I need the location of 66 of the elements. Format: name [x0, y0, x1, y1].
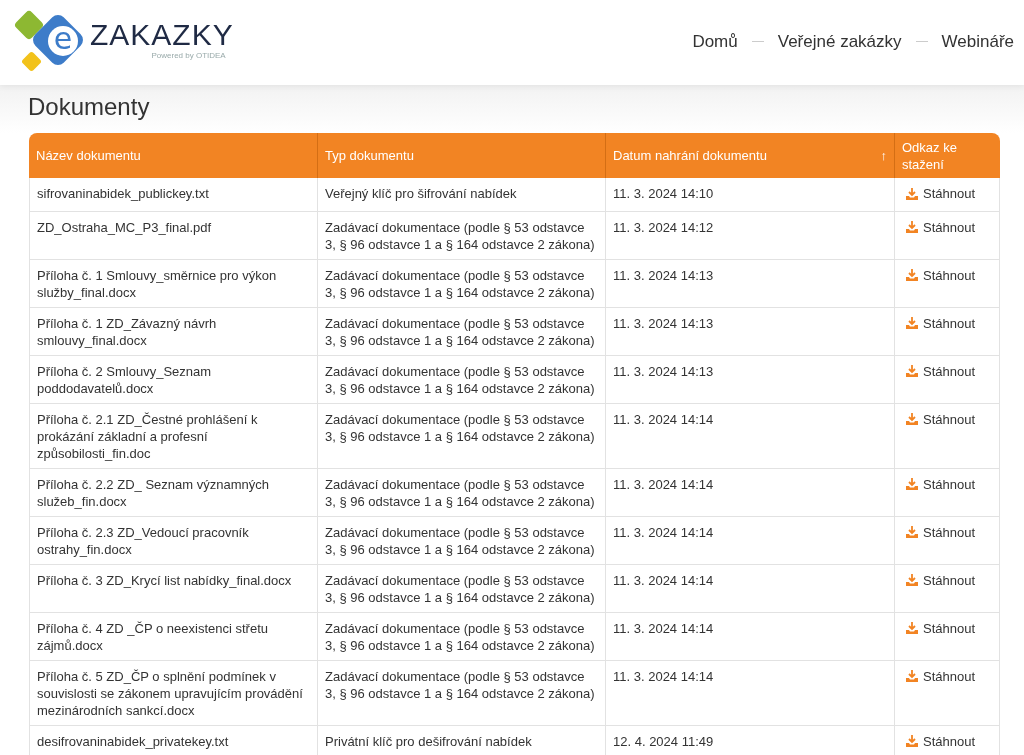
table-cell: 11. 3. 2024 14:14	[606, 612, 895, 661]
nav-link[interactable]: Veřejné zakázky	[777, 31, 902, 52]
table-cell: desifrovaninabidek_privatekey.txt	[29, 725, 318, 755]
nav-link[interactable]: Domů	[692, 31, 738, 52]
download-icon	[905, 477, 919, 491]
download-icon	[905, 573, 919, 587]
table-cell: Příloha č. 1 ZD_Závazný návrh smlouvy_final.docx	[29, 307, 318, 356]
table-cell: 11. 3. 2024 14:13	[606, 259, 895, 308]
download-link[interactable]: Stáhnout	[905, 523, 976, 541]
table-cell: Zadávací dokumentace (podle § 53 odstavce 3, § 96 odstavce 1 a § 164 odstavce 2 zákona)	[318, 403, 606, 469]
download-icon	[905, 364, 919, 378]
download-link[interactable]: Stáhnout	[905, 218, 976, 236]
download-icon	[905, 268, 919, 282]
table-cell: Příloha č. 2.3 ZD_Vedoucí pracovník ostrahy_fin.docx	[29, 516, 318, 565]
table-cell: Zadávací dokumentace (podle § 53 odstavce 3, § 96 odstavce 1 a § 164 odstavce 2 zákona)	[318, 259, 606, 308]
table-cell: 11. 3. 2024 14:12	[606, 211, 895, 260]
table-cell: Příloha č. 2.1 ZD_Čestné prohlášení k prokázání základní a profesní způsobilosti_fin.doc	[29, 403, 318, 469]
download-link[interactable]: Stáhnout	[905, 732, 976, 750]
table-cell: 11. 3. 2024 14:10	[606, 178, 895, 212]
download-link[interactable]: Stáhnout	[905, 266, 976, 284]
download-icon	[905, 412, 919, 426]
download-icon	[905, 734, 919, 748]
download-icon	[905, 669, 919, 683]
table-cell: 11. 3. 2024 14:14	[606, 516, 895, 565]
table-cell: Privátní klíč pro dešifrování nabídek	[318, 725, 606, 755]
table-cell: Příloha č. 2 Smlouvy_Seznam poddodavatelů.docx	[29, 355, 318, 404]
table-cell: 11. 3. 2024 14:13	[606, 355, 895, 404]
download-icon	[905, 316, 919, 330]
table-cell: Příloha č. 5 ZD_ČP o splnění podmínek v souvislosti se zákonem upravujícím provádění mezinárodních sankcí.docx	[29, 660, 318, 726]
download-link[interactable]: Stáhnout	[905, 362, 976, 380]
table-cell: Zadávací dokumentace (podle § 53 odstavce 3, § 96 odstavce 1 a § 164 odstavce 2 zákona)	[318, 468, 606, 517]
download-link[interactable]: Stáhnout	[905, 314, 976, 332]
table-cell: sifrovaninabidek_publickey.txt	[29, 178, 318, 212]
table-cell: 12. 4. 2024 11:49	[606, 725, 895, 755]
table-cell: 11. 3. 2024 14:14	[606, 660, 895, 726]
download-link[interactable]: Stáhnout	[905, 571, 976, 589]
table-cell: Zadávací dokumentace (podle § 53 odstavce 3, § 96 odstavce 1 a § 164 odstavce 2 zákona)	[318, 516, 606, 565]
download-icon	[905, 220, 919, 234]
table-cell: Zadávací dokumentace (podle § 53 odstavce 3, § 96 odstavce 1 a § 164 odstavce 2 zákona)	[318, 355, 606, 404]
table-cell: 11. 3. 2024 14:14	[606, 403, 895, 469]
table-cell: Zadávací dokumentace (podle § 53 odstavce 3, § 96 odstavce 1 a § 164 odstavce 2 zákona)	[318, 660, 606, 726]
logo-name[interactable]: ZAKAZKY	[90, 19, 234, 51]
table-cell: 11. 3. 2024 14:14	[606, 564, 895, 613]
download-link[interactable]: Stáhnout	[905, 619, 976, 637]
table-cell: Zadávací dokumentace (podle § 53 odstavce 3, § 96 odstavce 1 a § 164 odstavce 2 zákona)	[318, 612, 606, 661]
download-link[interactable]: Stáhnout	[905, 185, 976, 202]
download-link[interactable]: Stáhnout	[905, 667, 976, 685]
table-cell: 11. 3. 2024 14:13	[606, 307, 895, 356]
download-icon	[905, 525, 919, 539]
table-cell: Příloha č. 1 Smlouvy_směrnice pro výkon služby_final.docx	[29, 259, 318, 308]
table-cell: Zadávací dokumentace (podle § 53 odstavce 3, § 96 odstavce 1 a § 164 odstavce 2 zákona)	[318, 211, 606, 260]
download-icon	[905, 621, 919, 635]
table-cell: Veřejný klíč pro šifrování nabídek	[318, 178, 606, 212]
nav-link[interactable]: Webináře	[941, 31, 1014, 52]
logo-tagline: Powered by OTIDEA	[151, 51, 226, 60]
table-cell: Zadávací dokumentace (podle § 53 odstavce 3, § 96 odstavce 1 a § 164 odstavce 2 zákona)	[318, 564, 606, 613]
table-cell: Příloha č. 4 ZD _ČP o neexistenci střetu zájmů.docx	[29, 612, 318, 661]
page-title: Dokumenty	[28, 93, 151, 121]
download-link[interactable]: Stáhnout	[905, 410, 976, 428]
download-icon	[905, 186, 919, 201]
table-cell: ZD_Ostraha_MC_P3_final.pdf	[29, 211, 318, 260]
table-cell: Zadávací dokumentace (podle § 53 odstavce 3, § 96 odstavce 1 a § 164 odstavce 2 zákona)	[318, 307, 606, 356]
download-link[interactable]: Stáhnout	[905, 475, 976, 493]
table-cell: Příloha č. 3 ZD_Krycí list nabídky_final.docx	[29, 564, 318, 613]
table-cell: 11. 3. 2024 14:14	[606, 468, 895, 517]
table-cell: Příloha č. 2.2 ZD_ Seznam významných služeb_fin.docx	[29, 468, 318, 517]
